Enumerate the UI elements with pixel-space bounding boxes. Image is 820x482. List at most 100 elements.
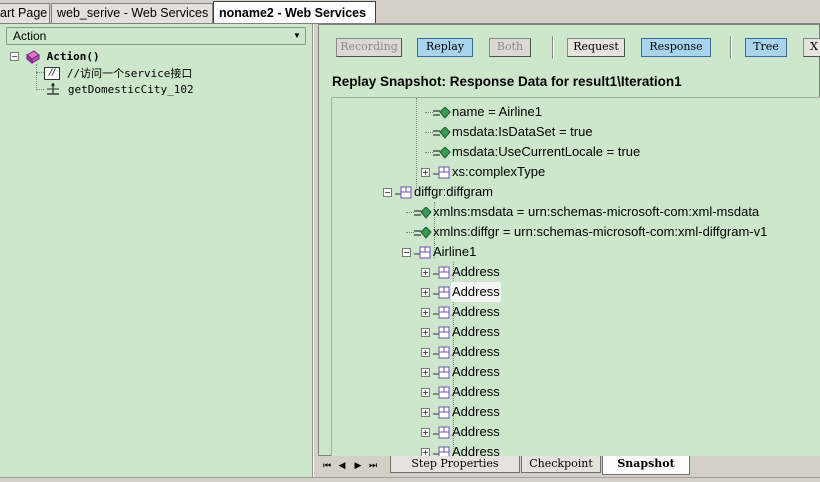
xml-element-label: diffgr:diffgram [414, 184, 494, 199]
xml-element-label: Address [452, 384, 500, 399]
expand-toggle-icon[interactable]: + [421, 328, 430, 337]
xml-element-row[interactable]: + Address [332, 382, 820, 402]
recording-button[interactable]: Recording [336, 38, 402, 57]
tree-connector [36, 72, 44, 73]
xml-element-row[interactable]: + xs:complexType [332, 162, 820, 182]
xml-element-row[interactable]: + Address [332, 422, 820, 442]
expand-toggle-icon[interactable]: + [421, 388, 430, 397]
prev-tab-nav-icon[interactable]: ◀ [335, 459, 349, 473]
xml-element-icon [433, 406, 450, 419]
chevron-down-icon[interactable]: ▼ [291, 28, 303, 44]
both-button[interactable]: Both [489, 38, 531, 57]
web-service-step-icon [47, 82, 59, 95]
xml-element-icon [433, 266, 450, 279]
toolbar-separator [730, 36, 732, 59]
xml-element-row[interactable]: + Address [332, 402, 820, 422]
xml-element-label: Address [452, 344, 500, 359]
action-node-label: Action() [46, 50, 100, 63]
tree-connector [36, 64, 37, 90]
xml-element-icon [433, 386, 450, 399]
first-tab-nav-icon[interactable]: ⏮ [320, 459, 334, 473]
collapse-toggle-icon[interactable]: − [10, 52, 19, 61]
xml-attribute-label: xmlns:msdata = urn:schemas-microsoft-com… [433, 204, 760, 219]
xml-element-row[interactable]: + Address [332, 342, 820, 362]
tree-button[interactable]: Tree [745, 38, 787, 57]
collapse-toggle-icon[interactable]: − [383, 188, 392, 197]
tree-node-step[interactable]: getDomesticCity_102 [44, 81, 194, 97]
xml-element-row[interactable]: − Airline1 [332, 242, 820, 262]
tree-connector [425, 152, 433, 153]
next-tab-nav-icon[interactable]: ▶ [351, 459, 365, 473]
xml-element-icon [433, 366, 450, 379]
expand-toggle-icon[interactable]: + [421, 168, 430, 177]
xml-element-icon [433, 326, 450, 339]
tab-checkpoint[interactable]: Checkpoint [521, 456, 601, 473]
xml-element-icon [433, 286, 450, 299]
xml-button[interactable]: X [803, 38, 820, 57]
xml-element-icon [433, 446, 450, 456]
xml-attribute-icon [433, 107, 451, 119]
expand-toggle-icon[interactable]: + [421, 348, 430, 357]
xml-attribute-label: name = Airline1 [452, 104, 542, 119]
replay-button[interactable]: Replay [417, 38, 473, 57]
expand-toggle-icon[interactable]: + [421, 368, 430, 377]
xml-attribute-row[interactable]: xmlns:diffgr = urn:schemas-microsoft-com… [332, 222, 820, 242]
xml-attribute-icon [433, 127, 451, 139]
expand-toggle-icon[interactable]: + [421, 288, 430, 297]
tree-connector [425, 132, 433, 133]
xml-attribute-row[interactable]: xmlns:msdata = urn:schemas-microsoft-com… [332, 202, 820, 222]
tab-web-serive[interactable]: web_serive - Web Services [51, 3, 213, 23]
tree-node-action[interactable]: − Action() [10, 48, 100, 65]
request-button[interactable]: Request [567, 38, 625, 57]
xml-element-label: Address [452, 404, 500, 419]
xml-element-row[interactable]: − diffgr:diffgram [332, 182, 820, 202]
snapshot-title: Replay Snapshot: Response Data for resul… [332, 74, 682, 89]
xml-element-label: Address [451, 282, 501, 302]
xml-element-label: Address [452, 424, 500, 439]
xml-attribute-label: msdata:UseCurrentLocale = true [452, 144, 641, 159]
xml-attribute-icon [433, 147, 451, 159]
action-select[interactable]: Action ▼ [6, 27, 306, 45]
expand-toggle-icon[interactable]: + [421, 268, 430, 277]
xml-element-row[interactable]: + Address [332, 322, 820, 342]
tab-noname2[interactable]: noname2 - Web Services [213, 1, 376, 24]
xml-element-icon [433, 306, 450, 319]
xml-element-icon [433, 426, 450, 439]
expand-toggle-icon[interactable]: + [421, 408, 430, 417]
last-tab-nav-icon[interactable]: ⏭ [366, 459, 380, 473]
tab-start-page[interactable]: art Page [0, 3, 50, 23]
step-node-label: getDomesticCity_102 [67, 83, 194, 96]
xml-element-label: xs:complexType [452, 164, 546, 179]
action-tree-panel: Action ▼ − Action() // //访问一个service接口 g… [0, 24, 313, 482]
expand-toggle-icon[interactable]: + [421, 308, 430, 317]
tree-node-comment[interactable]: // //访问一个service接口 [44, 65, 192, 81]
xml-element-row[interactable]: + Address [332, 362, 820, 382]
xml-attribute-icon [414, 207, 432, 219]
xml-element-row[interactable]: + Address [332, 302, 820, 322]
tab-noname2-label: noname2 - Web Services [219, 6, 367, 20]
expand-toggle-icon[interactable]: + [421, 448, 430, 456]
document-tab-bar: art Page web_serive - Web Services nonam… [0, 0, 820, 24]
xml-element-label: Address [452, 364, 500, 379]
snapshot-frame: Recording Replay Both Request Response T… [318, 24, 820, 456]
xml-response-tree[interactable]: name = Airline1 msdata:IsDataSet = true ms… [331, 97, 820, 456]
xml-attribute-row[interactable]: msdata:IsDataSet = true [332, 122, 820, 142]
action-select-value: Action [13, 29, 47, 43]
xml-element-row[interactable]: + Address [332, 282, 820, 302]
tab-snapshot[interactable]: Snapshot [602, 456, 690, 475]
xml-attribute-row[interactable]: msdata:UseCurrentLocale = true [332, 142, 820, 162]
xml-element-icon [433, 166, 450, 179]
xml-element-icon [433, 346, 450, 359]
collapse-toggle-icon[interactable]: − [402, 248, 411, 257]
tab-step-properties[interactable]: Step Properties [390, 456, 520, 473]
xml-attribute-icon [414, 227, 432, 239]
response-button[interactable]: Response [641, 38, 711, 57]
xml-element-row[interactable]: + Address [332, 442, 820, 456]
xml-element-icon [414, 246, 431, 259]
toolbar-separator [552, 36, 554, 59]
action-function-icon [25, 50, 40, 65]
xml-element-row[interactable]: + Address [332, 262, 820, 282]
xml-attribute-row[interactable]: name = Airline1 [332, 102, 820, 122]
xml-element-label: Address [452, 324, 500, 339]
expand-toggle-icon[interactable]: + [421, 428, 430, 437]
